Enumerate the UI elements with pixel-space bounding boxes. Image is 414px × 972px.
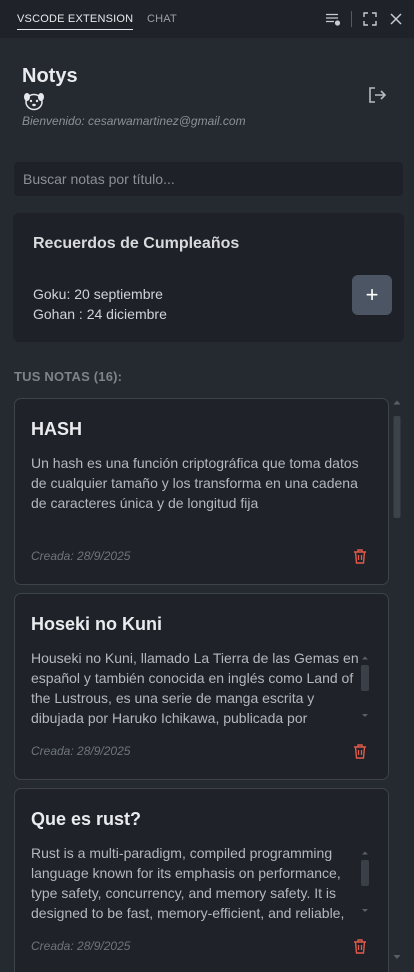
toolbar-separator: [351, 11, 352, 27]
note-body: Un hash es una función criptográfica que…: [31, 455, 359, 511]
note-title: Que es rust?: [31, 809, 142, 829]
tab-bar: VSCODE EXTENSION CHAT: [0, 0, 414, 38]
list-filter-icon[interactable]: [325, 11, 341, 27]
note-date: Creada: 28/9/2025: [31, 744, 131, 758]
note-date: Creada: 28/9/2025: [31, 549, 131, 563]
tab-vscode-extension-label: VSCODE EXTENSION: [17, 13, 134, 25]
dog-face-icon: [23, 91, 45, 111]
app-title: Notys: [22, 65, 78, 87]
notes-section-label: TUS NOTAS (16):: [14, 369, 123, 384]
note-card[interactable]: Hoseki no Kuni Houseki no Kuni, llamado …: [14, 593, 389, 780]
notes-panel: Notys Bienvenido: cesarwamartinez@gmail.…: [0, 38, 414, 972]
trash-icon[interactable]: [352, 743, 368, 760]
birthday-card: Recuerdos de Cumpleaños Goku: 20 septiem…: [13, 213, 404, 342]
toolbar-icons: [315, 0, 404, 38]
logout-icon[interactable]: [367, 85, 387, 105]
note-scrollbar[interactable]: [359, 851, 371, 916]
birthday-card-title: Recuerdos de Cumpleaños: [33, 235, 240, 252]
tab-chat-label: CHAT: [147, 13, 177, 25]
notes-list-scrollbar[interactable]: [391, 398, 403, 972]
tab-chat[interactable]: CHAT: [147, 0, 177, 38]
close-icon[interactable]: [388, 11, 404, 27]
note-card[interactable]: Que es rust? Rust is a multi-paradigm, c…: [14, 788, 389, 972]
birthday-entry: Gohan : 24 diciembre: [33, 306, 167, 322]
note-card[interactable]: HASH Un hash es una función criptográfic…: [14, 398, 389, 585]
birthday-entry: Goku: 20 septiembre: [33, 286, 163, 302]
maximize-icon[interactable]: [362, 11, 378, 27]
note-title: Hoseki no Kuni: [31, 614, 163, 634]
trash-icon[interactable]: [352, 548, 368, 565]
trash-icon[interactable]: [352, 938, 368, 955]
note-body: Houseki no Kuni, llamado La Tierra de la…: [31, 650, 359, 726]
welcome-text: Bienvenido: cesarwamartinez@gmail.com: [22, 114, 246, 128]
note-body: Rust is a multi-paradigm, compiled progr…: [31, 845, 345, 921]
add-birthday-button[interactable]: +: [352, 275, 392, 315]
note-scrollbar[interactable]: [359, 656, 371, 721]
search-input[interactable]: [13, 161, 404, 197]
note-date: Creada: 28/9/2025: [31, 939, 131, 953]
tab-vscode-extension[interactable]: VSCODE EXTENSION: [17, 0, 134, 38]
active-tab-underline: [17, 29, 134, 30]
note-title: HASH: [31, 419, 83, 439]
